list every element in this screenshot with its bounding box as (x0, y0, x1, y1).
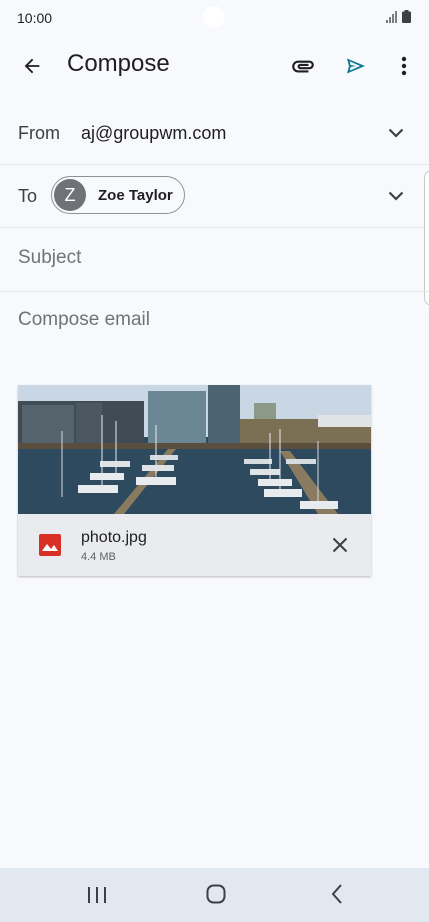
from-account[interactable]: aj@groupwm.com (81, 123, 226, 144)
chevron-down-icon (388, 191, 404, 201)
attachment-file-name: photo.jpg (81, 529, 147, 546)
subject-field[interactable]: Subject (18, 247, 81, 269)
from-row: From aj@groupwm.com (0, 102, 429, 165)
chevron-down-icon (388, 128, 404, 138)
to-row: To Z Zoe Taylor (0, 165, 429, 228)
send-button[interactable] (342, 52, 370, 80)
image-file-icon (39, 534, 61, 556)
remove-attachment-button[interactable] (328, 533, 352, 557)
to-label: To (18, 186, 38, 206)
attachment-file-size: 4.4 MB (81, 551, 116, 563)
camera-cutout (203, 6, 225, 28)
recipient-name: Zoe Taylor (98, 186, 173, 204)
recipient-chip[interactable]: Z Zoe Taylor (51, 176, 185, 214)
close-icon (332, 537, 348, 553)
back-button[interactable] (18, 52, 46, 80)
system-nav-bar (0, 868, 429, 922)
attachment-thumbnail[interactable] (18, 385, 371, 514)
attach-button[interactable] (289, 52, 317, 80)
recents-icon[interactable] (86, 885, 108, 905)
attachment-footer: photo.jpg 4.4 MB (18, 514, 371, 576)
app-bar: Compose (0, 36, 429, 96)
harbor-photo (18, 385, 371, 514)
to-expand-button[interactable] (385, 185, 407, 207)
nav-back-icon[interactable] (328, 883, 346, 905)
status-bar: 10:00 (0, 0, 429, 36)
compose-body-field[interactable]: Compose email (18, 309, 150, 331)
home-icon[interactable] (205, 883, 227, 905)
avatar: Z (54, 179, 86, 211)
more-options-button[interactable] (390, 52, 418, 80)
send-icon (347, 58, 365, 74)
status-time: 10:00 (17, 10, 53, 26)
status-icons (386, 10, 411, 23)
attachment-card[interactable]: photo.jpg 4.4 MB (18, 385, 371, 576)
from-expand-button[interactable] (385, 122, 407, 144)
signal-icon (386, 10, 397, 23)
attach-icon (292, 60, 314, 73)
back-arrow-icon (24, 58, 40, 74)
subject-row: Subject (0, 228, 429, 292)
page-title: Compose (67, 50, 170, 77)
more-vert-icon (401, 56, 407, 76)
from-label: From (18, 123, 60, 143)
battery-icon (402, 10, 411, 23)
